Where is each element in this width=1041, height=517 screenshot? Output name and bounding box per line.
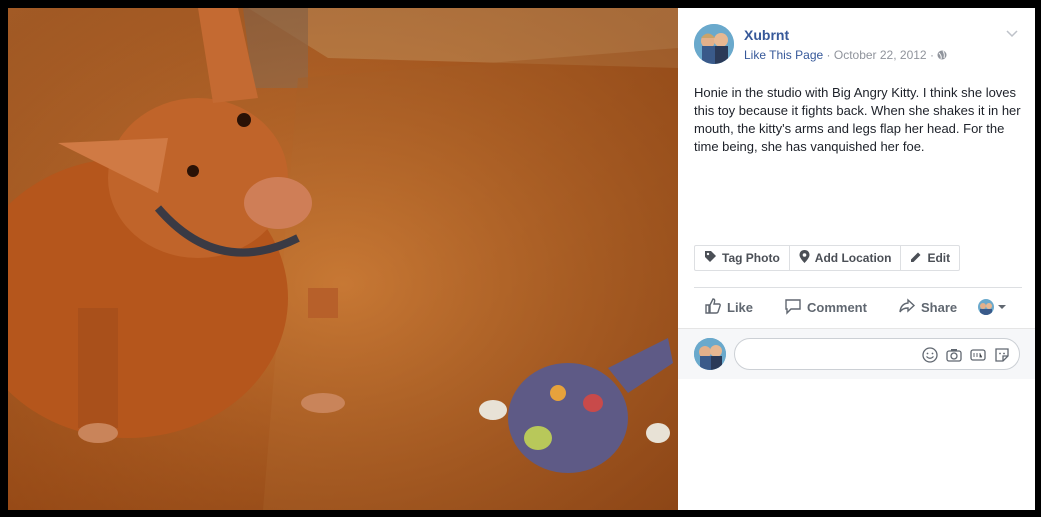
share-button[interactable]: Share: [898, 297, 964, 318]
like-button[interactable]: Like: [704, 297, 762, 318]
user-avatar[interactable]: [694, 338, 726, 370]
post-meta: Like This Page · October 22, 2012 ·: [744, 48, 947, 62]
thumbs-up-icon: [704, 297, 727, 318]
emoji-icon[interactable]: [921, 346, 939, 364]
post-action-row: Like Comment Share: [704, 296, 1024, 318]
post-header: Xubrnt Like This Page · October 22, 2012…: [694, 24, 1019, 68]
pencil-icon: [910, 251, 927, 266]
meta-separator-2: ·: [929, 48, 934, 62]
meta-separator: ·: [826, 48, 831, 62]
comment-input[interactable]: [734, 338, 1020, 370]
gif-icon[interactable]: [969, 346, 987, 364]
divider: [694, 287, 1022, 288]
like-page-link[interactable]: Like This Page: [744, 48, 823, 62]
tag-photo-label: Tag Photo: [722, 251, 780, 265]
location-pin-icon: [799, 250, 815, 266]
comment-button[interactable]: Comment: [784, 297, 876, 318]
edit-button[interactable]: Edit: [901, 246, 959, 270]
post-photo[interactable]: [8, 8, 678, 510]
post-caption: Honie in the studio with Big Angry Kitty…: [694, 85, 1021, 154]
post-date[interactable]: October 22, 2012: [834, 48, 927, 62]
comment-composer: [678, 328, 1035, 379]
page-name[interactable]: Xubrnt: [744, 27, 789, 43]
comment-icon: [784, 297, 807, 318]
add-location-button[interactable]: Add Location: [790, 246, 902, 270]
chevron-down-icon[interactable]: [1005, 26, 1019, 40]
camera-icon[interactable]: [945, 346, 963, 364]
globe-icon: [937, 49, 947, 60]
react-as-selector[interactable]: [978, 299, 1012, 315]
edit-label: Edit: [927, 251, 951, 265]
add-location-label: Add Location: [814, 251, 892, 265]
share-icon: [898, 297, 921, 318]
composer-icons: [921, 346, 1011, 364]
sticker-icon[interactable]: [993, 346, 1011, 364]
photo-actions-bar: Tag Photo Add Location Edit: [694, 245, 961, 271]
tag-icon: [704, 250, 722, 266]
post-details-panel: Xubrnt Like This Page · October 22, 2012…: [678, 8, 1035, 510]
chevron-down-icon: [997, 300, 1012, 315]
like-label: Like: [727, 299, 754, 315]
share-label: Share: [921, 299, 958, 315]
tag-photo-button[interactable]: Tag Photo: [695, 246, 790, 270]
page-avatar[interactable]: [694, 24, 734, 64]
mini-avatar: [978, 299, 994, 315]
comment-label: Comment: [807, 299, 867, 315]
